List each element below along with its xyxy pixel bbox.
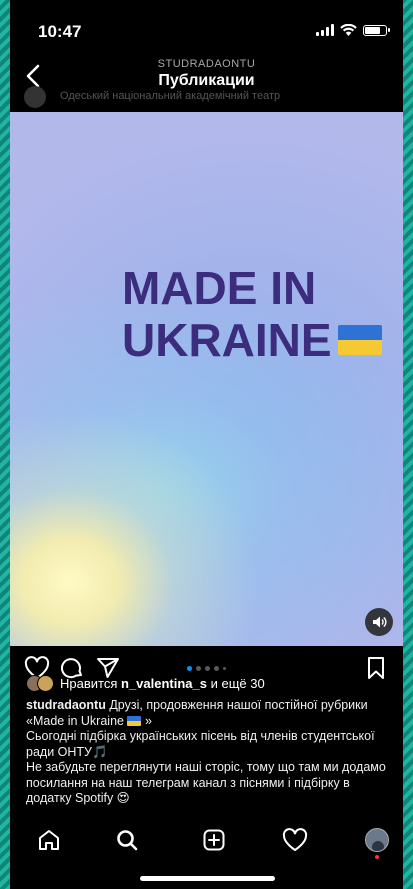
home-indicator: [140, 876, 275, 881]
caption-line-2: Сьогодні підбірка українських пісень від…: [26, 729, 375, 759]
caption-username[interactable]: studradaontu: [26, 698, 106, 712]
status-bar: 10:47: [10, 0, 403, 52]
ukraine-flag-emoji-icon: [127, 716, 142, 727]
likes-summary[interactable]: Нравится n_valentina_s и ещё 30: [26, 675, 265, 692]
likes-user[interactable]: n_valentina_s: [121, 676, 207, 691]
wifi-icon: [340, 24, 357, 36]
home-icon: [39, 830, 59, 850]
likes-suffix: и ещё 30: [210, 676, 265, 691]
notification-dot: [375, 855, 379, 859]
ukraine-flag-icon: [337, 324, 382, 355]
tab-profile[interactable]: [364, 827, 390, 853]
caption-line-3: Не забудьте переглянути наші сторіс, том…: [26, 760, 386, 805]
post-image[interactable]: MADE IN UKRAINE: [10, 112, 403, 646]
liker-avatars: [26, 675, 54, 692]
post-caption: studradaontu Друзі, продовження нашої по…: [26, 698, 396, 807]
carousel-dot: [223, 667, 226, 670]
tab-search[interactable]: [114, 827, 140, 853]
carousel-indicator: [10, 666, 403, 671]
save-button[interactable]: [365, 656, 387, 685]
profile-avatar: [365, 828, 389, 852]
carousel-dot: [214, 666, 219, 671]
status-icons: [316, 24, 390, 36]
tab-home[interactable]: [36, 827, 62, 853]
carousel-dot: [196, 666, 201, 671]
add-post-icon: [203, 829, 225, 851]
page-title: Публикации: [158, 72, 255, 89]
carousel-dot: [205, 666, 210, 671]
sound-toggle-button[interactable]: [365, 608, 393, 636]
bookmark-icon: [368, 657, 384, 679]
liker-avatar: [37, 675, 54, 692]
tab-activity[interactable]: [282, 827, 308, 853]
previous-post-caption: Одеський національний академічний театр: [60, 90, 281, 102]
tab-new-post[interactable]: [201, 827, 227, 853]
header-account-name: STUDRADAONTU: [157, 58, 256, 70]
cellular-signal-icon: [316, 24, 334, 36]
activity-heart-icon: [282, 828, 308, 851]
image-headline: MADE IN UKRAINE: [122, 262, 382, 366]
headline-line-1: MADE IN: [122, 262, 317, 314]
bottom-tab-bar: [10, 815, 403, 889]
status-time: 10:47: [38, 22, 82, 41]
previous-post-avatar: [24, 86, 46, 108]
image-gradient-background: [10, 112, 403, 646]
speaker-icon: [373, 616, 387, 628]
battery-icon: [363, 24, 390, 36]
likes-prefix: Нравится: [60, 676, 118, 691]
caption-line-1-end: »: [144, 713, 152, 728]
headline-line-2: UKRAINE: [122, 314, 332, 366]
carousel-dot: [187, 666, 192, 671]
phone-screen: 10:47 STUDRADAONTU Публикации Одеський н…: [10, 0, 403, 889]
search-icon: [117, 830, 138, 851]
